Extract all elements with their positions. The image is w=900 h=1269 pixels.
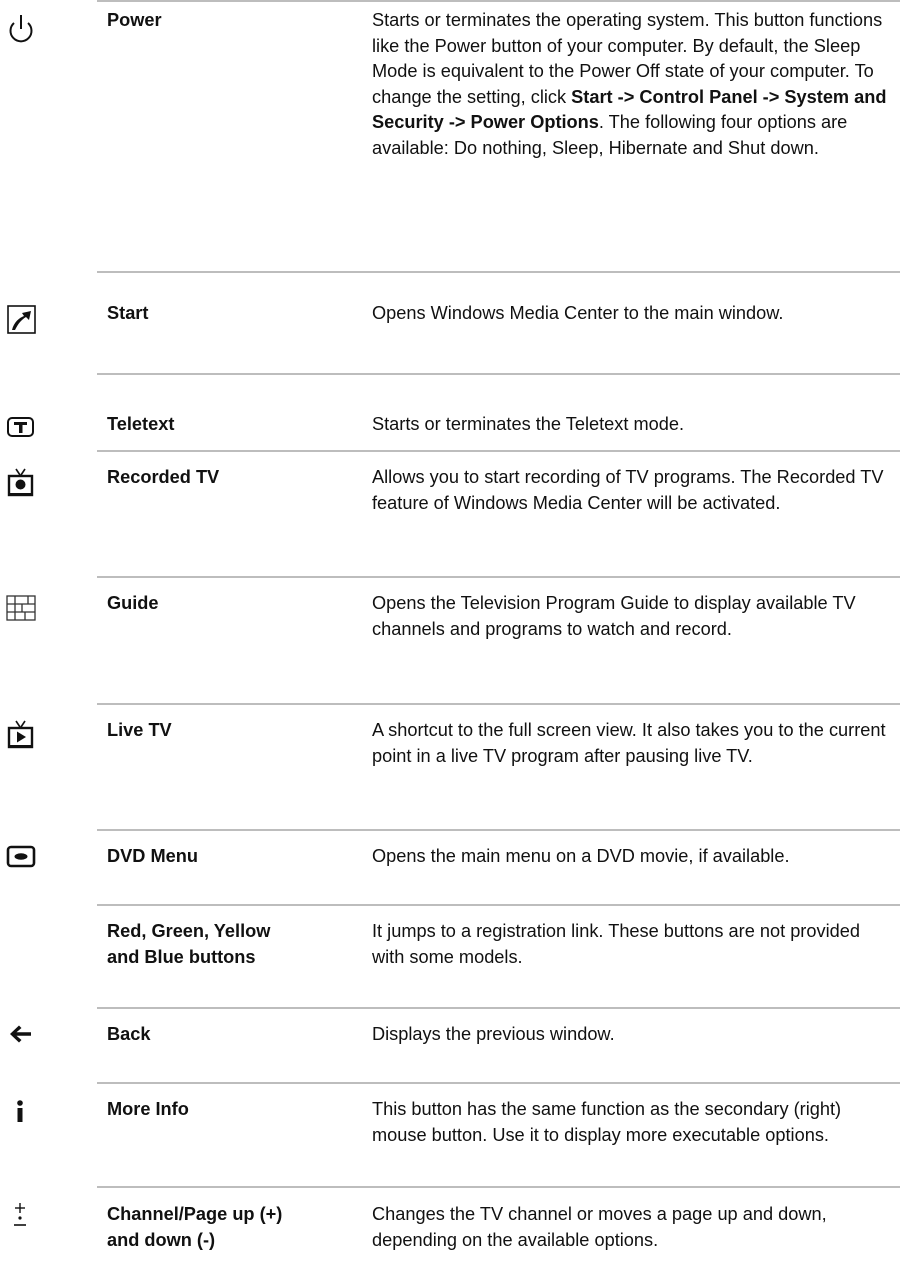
table-rule [97, 271, 900, 273]
table-rule [97, 0, 900, 2]
button-name: Teletext [107, 414, 175, 434]
table-rule [97, 1186, 900, 1188]
back-arrow-icon [0, 1021, 44, 1053]
button-description: Starts or terminates the Teletext mode. [372, 414, 685, 434]
button-description: Opens the Television Program Guide to di… [372, 593, 856, 639]
start-icon [0, 304, 44, 336]
button-name: Start [107, 303, 149, 323]
button-description: Starts or terminates the operating syste… [372, 10, 887, 158]
button-description: It jumps to a registration link. These b… [372, 921, 860, 967]
info-icon [0, 1098, 44, 1130]
button-name: Live TV [107, 720, 172, 740]
table-rule [97, 373, 900, 375]
table-rule [97, 450, 900, 452]
guide-icon [0, 593, 44, 625]
button-name: Power [107, 10, 162, 30]
button-description: Displays the previous window. [372, 1024, 615, 1044]
dvd-menu-icon [0, 844, 44, 876]
button-description: Changes the TV channel or moves a page u… [372, 1204, 827, 1250]
table-rule [97, 1082, 900, 1084]
button-description: Opens Windows Media Center to the main w… [372, 303, 784, 323]
button-name: Red, Green, Yellow and Blue buttons [107, 921, 271, 967]
button-name: Back [107, 1024, 151, 1044]
button-name: Guide [107, 593, 159, 613]
live-tv-icon [0, 719, 44, 751]
button-name: Channel/Page up (+) and down (-) [107, 1204, 283, 1250]
table-rule [97, 576, 900, 578]
table-rule [97, 904, 900, 906]
table-rule [97, 1007, 900, 1009]
table-rule [97, 703, 900, 705]
button-description: This button has the same function as the… [372, 1099, 842, 1145]
button-description: Opens the main menu on a DVD movie, if a… [372, 846, 790, 866]
button-name: More Info [107, 1099, 189, 1119]
power-icon [0, 10, 44, 43]
channel-page-icon [0, 1202, 44, 1234]
recorded-tv-icon [0, 467, 44, 499]
button-name: Recorded TV [107, 467, 220, 487]
button-description: A shortcut to the full screen view. It a… [372, 720, 886, 766]
button-description: Allows you to start recording of TV prog… [372, 467, 884, 513]
button-name: DVD Menu [107, 846, 198, 866]
table-rule [97, 829, 900, 831]
teletext-icon [0, 415, 44, 447]
